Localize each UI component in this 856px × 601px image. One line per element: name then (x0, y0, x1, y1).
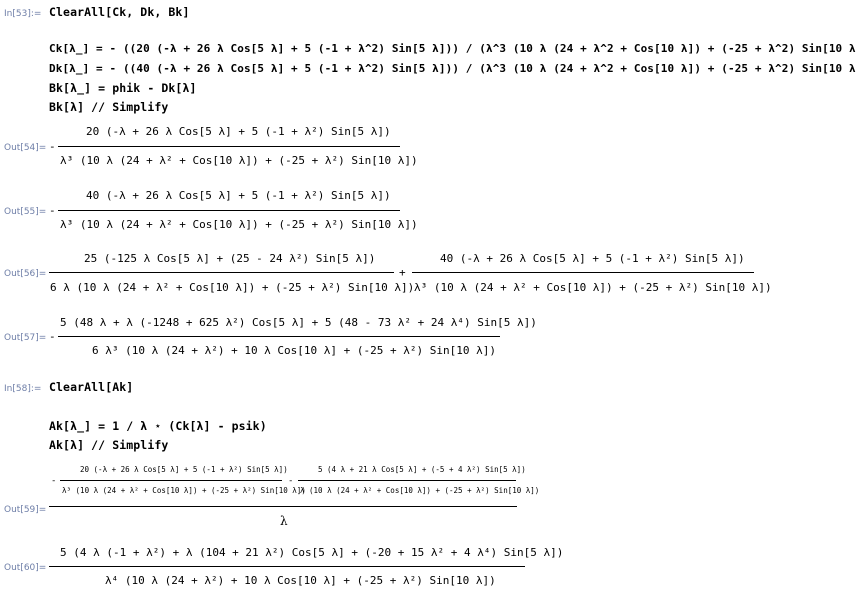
fraction-denominator: 6 λ³ (10 λ (24 + λ²) + 10 λ Cos[10 λ] + … (92, 344, 496, 357)
fraction-bar (298, 480, 516, 481)
output-label: Out[55]= (4, 207, 47, 217)
minus-sign: - (288, 476, 294, 486)
fraction-denominator: λ (10 λ (24 + λ² + Cos[10 λ]) + (-25 + λ… (300, 486, 540, 495)
fraction-denominator: λ³ (10 λ (24 + λ² + Cos[10 λ]) + (-25 + … (62, 486, 306, 495)
output-label: Out[54]= (4, 143, 47, 153)
output-label: Out[59]= (4, 505, 47, 515)
input-cell-clearall[interactable]: ClearAll[Ck, Dk, Bk] (49, 5, 189, 19)
fraction-numerator: 5 (4 λ + 21 λ Cos[5 λ] + (-5 + 4 λ²) Sin… (318, 465, 526, 474)
input-label: In[58]:= (4, 384, 42, 394)
input-label: In[53]:= (4, 9, 42, 19)
fraction-bar (412, 272, 754, 273)
minus-sign: - (49, 204, 56, 217)
output-label: Out[57]= (4, 333, 47, 343)
fraction-numerator: 5 (4 λ (-1 + λ²) + λ (104 + 21 λ²) Cos[5… (60, 546, 564, 559)
input-line-ck[interactable]: Ck[λ_] = - ((20 (-λ + 26 λ Cos[5 λ] + 5 … (49, 42, 856, 55)
output-label: Out[56]= (4, 269, 47, 279)
minus-sign: - (49, 140, 56, 153)
input-line-dk[interactable]: Dk[λ_] = - ((40 (-λ + 26 λ Cos[5 λ] + 5 … (49, 62, 856, 75)
input-line-bk[interactable]: Bk[λ_] = phik - Dk[λ] (49, 81, 197, 95)
fraction-numerator: 20 (-λ + 26 λ Cos[5 λ] + 5 (-1 + λ²) Sin… (86, 125, 391, 138)
fraction-numerator: 20 (-λ + 26 λ Cos[5 λ] + 5 (-1 + λ²) Sin… (80, 465, 288, 474)
fraction-numerator: 25 (-125 λ Cos[5 λ] + (25 - 24 λ²) Sin[5… (84, 252, 376, 265)
fraction-bar (60, 480, 282, 481)
plus-sign: + (399, 266, 406, 279)
input-cell-clearall-ak[interactable]: ClearAll[Ak] (49, 380, 133, 394)
fraction-bar (58, 146, 400, 147)
fraction-denominator: λ⁴ (10 λ (24 + λ²) + 10 λ Cos[10 λ] + (-… (105, 574, 496, 587)
output-label: Out[60]= (4, 563, 47, 573)
fraction-bar (49, 566, 525, 567)
minus-sign: - (51, 476, 57, 486)
fraction-bar (58, 210, 400, 211)
fraction-denominator: λ³ (10 λ (24 + λ² + Cos[10 λ]) + (-25 + … (60, 154, 418, 167)
fraction-denominator: 6 λ (10 λ (24 + λ² + Cos[10 λ]) + (-25 +… (50, 281, 415, 294)
fraction-denominator: λ³ (10 λ (24 + λ² + Cos[10 λ]) + (-25 + … (414, 281, 772, 294)
fraction-bar-main (49, 506, 517, 507)
input-line-ak-simplify[interactable]: Ak[λ] // Simplify (49, 438, 168, 452)
fraction-bar (58, 336, 500, 337)
fraction-numerator: 40 (-λ + 26 λ Cos[5 λ] + 5 (-1 + λ²) Sin… (440, 252, 745, 265)
fraction-numerator: 40 (-λ + 26 λ Cos[5 λ] + 5 (-1 + λ²) Sin… (86, 189, 391, 202)
fraction-bar (49, 272, 394, 273)
fraction-denominator: λ (280, 514, 288, 528)
fraction-numerator: 5 (48 λ + λ (-1248 + 625 λ²) Cos[5 λ] + … (60, 316, 537, 329)
minus-sign: - (49, 330, 56, 343)
fraction-denominator: λ³ (10 λ (24 + λ² + Cos[10 λ]) + (-25 + … (60, 218, 418, 231)
input-line-ak[interactable]: Ak[λ_] = 1 / λ ⋆ (Ck[λ] - psik) (49, 419, 267, 433)
input-line-simplify[interactable]: Bk[λ] // Simplify (49, 100, 168, 114)
